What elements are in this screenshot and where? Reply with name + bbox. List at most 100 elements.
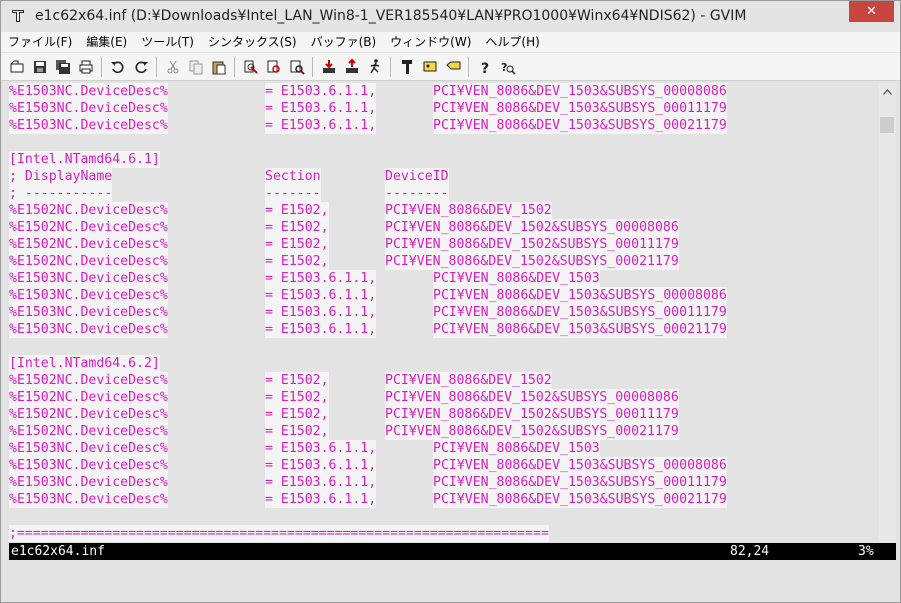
display-name-cell: %E1503NC.DeviceDesc% [9, 287, 168, 304]
text-line[interactable]: %E1502NC.DeviceDesc% = E1502, PCI¥VEN_8086… [9, 389, 879, 406]
device-id-cell: PCI¥VEN_8086&DEV_1502&SUBSYS_00011179 [385, 236, 679, 253]
scroll-thumb[interactable] [880, 117, 894, 133]
svg-text:?: ? [501, 61, 507, 74]
help-button[interactable]: ? [473, 56, 496, 78]
tags-button[interactable] [418, 56, 441, 78]
vertical-scrollbar[interactable] [879, 83, 896, 542]
make-button[interactable] [395, 56, 418, 78]
copy-icon [189, 60, 202, 74]
text-line[interactable]: %E1503NC.DeviceDesc% = E1503.6.1.1, PCI¥VE… [9, 440, 879, 457]
undo-button[interactable] [106, 56, 129, 78]
text-line[interactable]: %E1503NC.DeviceDesc% = E1503.6.1.1, PCI¥VE… [9, 287, 879, 304]
find-prev-button[interactable] [285, 56, 308, 78]
section-cell: = E1502, [265, 423, 329, 440]
text-line[interactable]: %E1502NC.DeviceDesc% = E1502, PCI¥VEN_8086… [9, 202, 879, 219]
section-cell: = E1503.6.1.1, [265, 304, 377, 321]
status-filename: e1c62x64.inf [11, 544, 105, 559]
jump-tag-button[interactable] [441, 56, 464, 78]
text-line[interactable]: ; DisplayName Section DeviceID [9, 168, 879, 185]
menu-edit[interactable]: 編集(E) [79, 32, 134, 52]
section-cell: = E1502, [265, 253, 329, 270]
section-cell: = E1502, [265, 406, 329, 423]
load-session-button[interactable] [317, 56, 340, 78]
text-line[interactable]: %E1503NC.DeviceDesc% = E1503.6.1.1, PCI¥VE… [9, 321, 879, 338]
vim-app-icon[interactable] [10, 8, 26, 24]
blank-line[interactable] [9, 508, 879, 525]
comment-device-id: -------- [385, 185, 449, 202]
text-line[interactable]: %E1503NC.DeviceDesc% = E1503.6.1.1, PCI¥VE… [9, 457, 879, 474]
section-cell: = E1503.6.1.1, [265, 83, 377, 100]
text-line[interactable]: %E1502NC.DeviceDesc% = E1502, PCI¥VEN_8086… [9, 406, 879, 423]
device-id-cell: PCI¥VEN_8086&DEV_1503&SUBSYS_00011179 [433, 474, 727, 491]
menu-window[interactable]: ウィンドウ(W) [383, 32, 478, 52]
save-all-button[interactable] [51, 56, 74, 78]
status-scroll-percent: 3% [858, 544, 874, 559]
text-line[interactable]: %E1503NC.DeviceDesc% = E1503.6.1.1, PCI¥VE… [9, 491, 879, 508]
device-id-cell: PCI¥VEN_8086&DEV_1502&SUBSYS_00008086 [385, 219, 679, 236]
display-name-cell: %E1502NC.DeviceDesc% [9, 236, 168, 253]
text-line[interactable]: ; ----------- ------- -------- [9, 185, 879, 202]
replace-button[interactable] [239, 56, 262, 78]
status-line-corner [879, 543, 896, 560]
text-line[interactable]: %E1503NC.DeviceDesc% = E1503.6.1.1, PCI¥VE… [9, 270, 879, 287]
device-id-cell: PCI¥VEN_8086&DEV_1503&SUBSYS_00011179 [433, 100, 727, 117]
print-icon [79, 60, 92, 73]
text-line[interactable]: %E1502NC.DeviceDesc% = E1502, PCI¥VEN_8086… [9, 219, 879, 236]
blank-line[interactable] [9, 134, 879, 151]
comment-divider: ;=======================================… [9, 525, 549, 542]
display-name-cell: %E1503NC.DeviceDesc% [9, 83, 168, 100]
text-line[interactable]: %E1503NC.DeviceDesc% = E1503.6.1.1, PCI¥VE… [9, 304, 879, 321]
menu-bar: ファイル(F) 編集(E) ツール(T) シンタックス(S) バッファ(B) ウ… [1, 32, 900, 52]
display-name-cell: %E1502NC.DeviceDesc% [9, 423, 168, 440]
text-line[interactable]: [Intel.NTamd64.6.1] [9, 151, 879, 168]
toolbar: ?? [1, 53, 900, 81]
text-line[interactable]: %E1502NC.DeviceDesc% = E1502, PCI¥VEN_8086… [9, 372, 879, 389]
run-script-button[interactable] [363, 56, 386, 78]
text-editor[interactable]: %E1503NC.DeviceDesc% = E1503.6.1.1, PCI¥VE… [9, 83, 879, 542]
text-line[interactable]: %E1503NC.DeviceDesc% = E1503.6.1.1, PCI¥VE… [9, 474, 879, 491]
title-bar[interactable]: e1c62x64.inf (D:¥Downloads¥Intel_LAN_Win… [1, 1, 900, 31]
text-line[interactable]: %E1502NC.DeviceDesc% = E1502, PCI¥VEN_8086… [9, 423, 879, 440]
menu-syntax[interactable]: シンタックス(S) [201, 32, 304, 52]
close-icon: ✕ [866, 4, 877, 19]
text-line[interactable]: %E1502NC.DeviceDesc% = E1502, PCI¥VEN_8086… [9, 236, 879, 253]
close-button[interactable]: ✕ [849, 1, 894, 22]
text-line[interactable]: ;=======================================… [9, 525, 879, 542]
tags-icon [423, 61, 436, 71]
menu-file[interactable]: ファイル(F) [1, 32, 79, 52]
paste-button[interactable] [207, 56, 230, 78]
open-icon [10, 60, 23, 72]
find-next-button[interactable] [262, 56, 285, 78]
save-session-icon [345, 58, 358, 73]
scroll-up-button[interactable] [879, 83, 896, 100]
text-line[interactable]: %E1502NC.DeviceDesc% = E1502, PCI¥VEN_8086… [9, 253, 879, 270]
copy-button[interactable] [184, 56, 207, 78]
save-session-button[interactable] [340, 56, 363, 78]
device-id-cell: PCI¥VEN_8086&DEV_1502 [385, 202, 552, 219]
redo-button[interactable] [129, 56, 152, 78]
menu-tools[interactable]: ツール(T) [134, 32, 201, 52]
text-line[interactable]: %E1503NC.DeviceDesc% = E1503.6.1.1, PCI¥VE… [9, 83, 879, 100]
text-line[interactable]: %E1503NC.DeviceDesc% = E1503.6.1.1, PCI¥VE… [9, 100, 879, 117]
menu-help[interactable]: ヘルプ(H) [478, 32, 546, 52]
text-line[interactable]: %E1503NC.DeviceDesc% = E1503.6.1.1, PCI¥VE… [9, 117, 879, 134]
menu-buffers[interactable]: バッファ(B) [304, 32, 384, 52]
find-help-icon: ? [501, 61, 516, 75]
save-button[interactable] [28, 56, 51, 78]
comment-device-id: DeviceID [385, 168, 449, 185]
device-id-cell: PCI¥VEN_8086&DEV_1502&SUBSYS_00021179 [385, 253, 679, 270]
section-header: [Intel.NTamd64.6.2] [9, 355, 160, 372]
find-help-button[interactable]: ? [496, 56, 519, 78]
text-line[interactable]: [Intel.NTamd64.6.2] [9, 355, 879, 372]
print-button[interactable] [74, 56, 97, 78]
section-cell: = E1503.6.1.1, [265, 491, 377, 508]
open-button[interactable] [5, 56, 28, 78]
cut-button[interactable] [161, 56, 184, 78]
section-cell: = E1502, [265, 389, 329, 406]
find-next-icon [267, 60, 280, 73]
save-all-icon [55, 59, 70, 74]
display-name-cell: %E1502NC.DeviceDesc% [9, 253, 168, 270]
comment-display-name: ; ----------- [9, 185, 113, 202]
blank-line[interactable] [9, 338, 879, 355]
command-line[interactable] [9, 560, 896, 577]
